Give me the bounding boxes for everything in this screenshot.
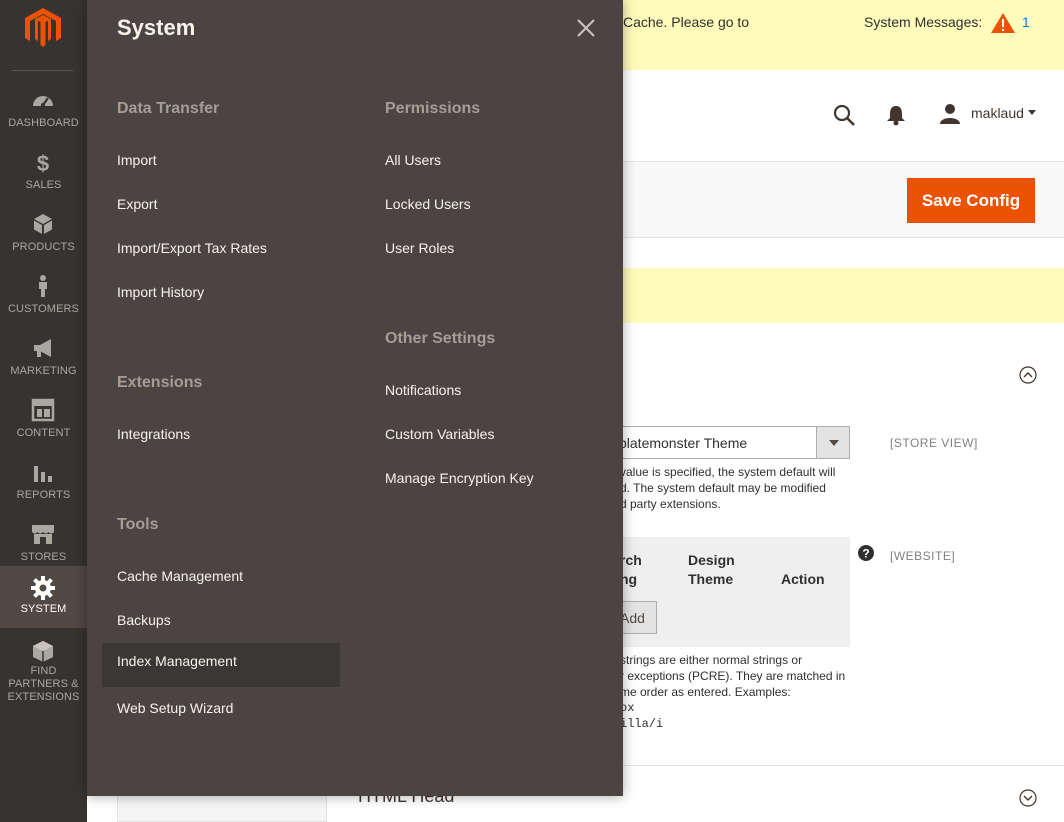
grid-header-line: Design — [688, 552, 735, 568]
store-icon — [32, 525, 54, 544]
menu-item-custom-variables[interactable]: Custom Variables — [370, 416, 608, 460]
menu-item-user-roles[interactable]: User Roles — [370, 230, 608, 274]
select-toggle[interactable] — [816, 427, 849, 458]
regex-example: illa/i — [620, 717, 664, 731]
help-icon[interactable]: ? — [858, 545, 874, 561]
menu-item-import-export-tax-rates[interactable]: Import/Export Tax Rates — [102, 230, 340, 274]
grid-header-action: Action — [781, 571, 825, 587]
menu-item-export[interactable]: Export — [102, 186, 340, 230]
regex-example: ox — [620, 701, 635, 715]
sidebar-item-system[interactable]: SYSTEM — [0, 566, 87, 628]
add-button-label: Add — [620, 610, 645, 626]
admin-sidebar: DASHBOARD $ SALES PRODUCTS CUSTOMERS MAR… — [0, 0, 87, 822]
sidebar-item-label: STORES — [20, 551, 67, 563]
bar-chart-icon — [34, 466, 52, 482]
theme-note-line: d party extensions. — [620, 497, 721, 511]
scope-label-website: [WEBSITE] — [890, 549, 956, 563]
grid-header-design-theme: Design Theme — [688, 551, 735, 589]
sidebar-item-label: SALES — [25, 179, 62, 191]
grid-header-line: ng — [620, 571, 638, 587]
sidebar-item-label: CUSTOMERS — [8, 303, 79, 315]
sidebar-item-marketing[interactable]: MARKETING — [0, 328, 87, 390]
user-icon[interactable] — [939, 103, 961, 125]
regex-note-line: r exceptions (PCRE). They are matched in — [620, 669, 846, 683]
sidebar-item-label: CONTENT — [16, 427, 71, 439]
magento-logo[interactable] — [25, 8, 61, 48]
cube-icon — [34, 214, 52, 234]
grid-header-line: Theme — [688, 571, 734, 587]
collapse-section-icon[interactable] — [1019, 366, 1037, 384]
sidebar-item-label: PRODUCTS — [12, 241, 75, 253]
regex-note-line: me order as entered. Examples: — [620, 685, 791, 699]
menu-item-import-history[interactable]: Import History — [102, 274, 340, 318]
menu-item-index-management[interactable]: Index Management — [102, 643, 340, 687]
regex-note-line: strings are either normal strings or — [620, 653, 803, 667]
sidebar-item-find-partners[interactable]: FIND PARTNERS & EXTENSIONS — [0, 638, 87, 703]
group-title-tools: Tools — [117, 516, 159, 533]
svg-text:?: ? — [862, 547, 869, 561]
theme-note: value is specified, the system default w… — [620, 464, 835, 512]
dollar-icon: $ — [37, 151, 49, 174]
submenu-title: System — [117, 15, 196, 40]
sidebar-item-reports[interactable]: REPORTS — [0, 452, 87, 514]
menu-item-notifications[interactable]: Notifications — [370, 372, 608, 416]
theme-note-line: d. The system default may be modified — [620, 481, 826, 495]
sidebar-item-label: FIND PARTNERS & EXTENSIONS — [7, 665, 80, 703]
sidebar-item-customers[interactable]: CUSTOMERS — [0, 266, 87, 328]
sidebar-item-content[interactable]: CONTENT — [0, 390, 87, 452]
theme-select-value: platemonster Theme — [619, 435, 748, 451]
person-icon — [39, 275, 47, 297]
sidebar-item-label: SYSTEM — [20, 603, 67, 615]
sidebar-item-label: DASHBOARD — [8, 117, 79, 129]
save-config-button[interactable]: Save Config — [907, 178, 1035, 223]
close-icon[interactable] — [575, 17, 597, 39]
extensions-icon — [33, 641, 53, 662]
group-title-permissions: Permissions — [385, 100, 481, 117]
design-theme-select[interactable]: platemonster Theme — [605, 426, 850, 459]
regex-note: strings are either normal strings or r e… — [620, 652, 845, 732]
warning-icon[interactable] — [991, 13, 1015, 33]
sidebar-item-label: REPORTS — [16, 489, 71, 501]
menu-item-import[interactable]: Import — [102, 142, 340, 186]
notice-text[interactable]: Cache. Please go to — [623, 14, 749, 30]
group-title-extensions: Extensions — [117, 374, 203, 391]
expand-section-icon[interactable] — [1019, 789, 1037, 807]
svg-text:$: $ — [37, 151, 49, 174]
search-icon[interactable] — [833, 104, 855, 126]
menu-item-locked-users[interactable]: Locked Users — [370, 186, 608, 230]
user-name[interactable]: maklaud — [971, 105, 1024, 121]
menu-item-backups[interactable]: Backups — [102, 602, 340, 646]
logo-divider — [12, 70, 73, 71]
menu-item-all-users[interactable]: All Users — [370, 142, 608, 186]
dashboard-icon — [33, 96, 53, 107]
grid-header-line: rch — [620, 552, 642, 568]
menu-item-cache-management[interactable]: Cache Management — [102, 558, 340, 602]
sidebar-item-dashboard[interactable]: DASHBOARD — [0, 80, 87, 142]
theme-note-line: value is specified, the system default w… — [620, 465, 836, 479]
sidebar-item-products[interactable]: PRODUCTS — [0, 204, 87, 266]
gear-icon — [31, 576, 55, 600]
system-messages-count[interactable]: 1 — [1022, 14, 1030, 30]
group-title-data-transfer: Data Transfer — [117, 100, 220, 117]
menu-item-integrations[interactable]: Integrations — [102, 416, 340, 460]
menu-item-manage-encryption-key[interactable]: Manage Encryption Key — [370, 460, 608, 504]
system-submenu: System Data Transfer Import Export Impor… — [87, 0, 623, 796]
sidebar-item-label: MARKETING — [10, 365, 77, 377]
grid-header-search-string: rch ng — [620, 551, 642, 589]
scope-label-store-view: [STORE VIEW] — [890, 436, 978, 450]
chevron-down-icon[interactable] — [1028, 110, 1036, 115]
megaphone-icon — [34, 339, 51, 357]
group-title-other-settings: Other Settings — [385, 330, 496, 347]
bell-icon[interactable] — [886, 104, 906, 126]
sidebar-item-sales[interactable]: $ SALES — [0, 142, 87, 204]
layout-icon — [31, 398, 55, 422]
menu-item-web-setup-wizard[interactable]: Web Setup Wizard — [102, 690, 340, 734]
system-messages-label: System Messages: — [864, 14, 983, 30]
chevron-down-icon — [829, 440, 839, 446]
